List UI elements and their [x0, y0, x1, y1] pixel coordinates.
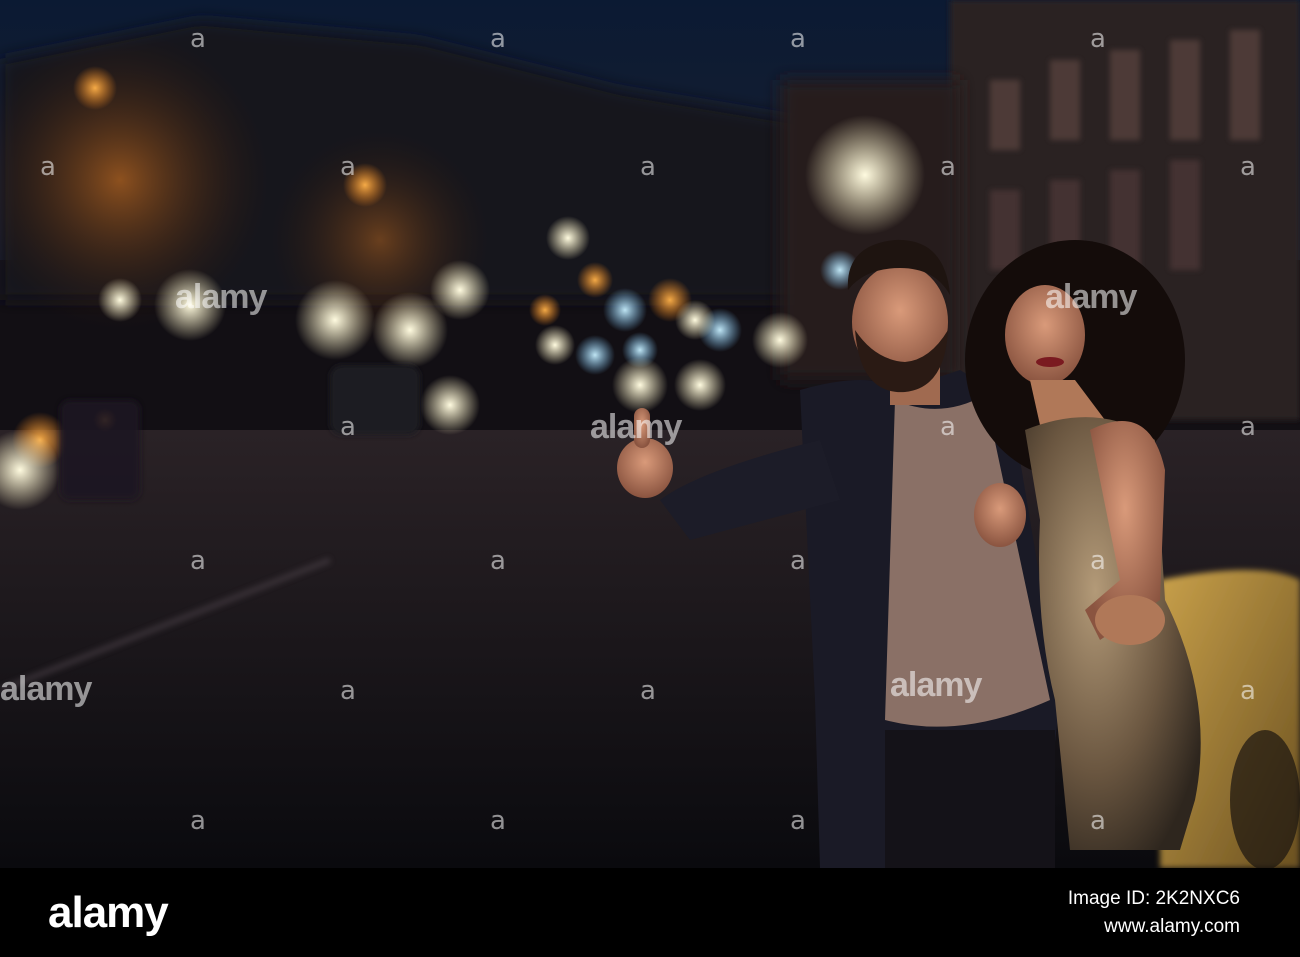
- image-id: Image ID: 2K2NXC6: [1067, 888, 1240, 909]
- watermark-text: alamy: [0, 670, 92, 708]
- footer-bar: alamy Image ID: 2K2NXC6 www.alamy.com: [0, 868, 1300, 957]
- watermark-mark: a: [40, 152, 56, 182]
- watermark-mark: a: [790, 24, 806, 54]
- watermark-text: alamy: [590, 408, 682, 446]
- watermark-mark: a: [1090, 806, 1106, 836]
- watermark-mark: a: [340, 152, 356, 182]
- watermark-mark: a: [790, 546, 806, 576]
- stock-photo: alamy alamy alamy alamy alamy a a a a a …: [0, 0, 1300, 868]
- watermark-mark: a: [940, 152, 956, 182]
- watermark-text: alamy: [890, 666, 982, 704]
- watermark-mark: a: [790, 806, 806, 836]
- watermark-mark: a: [490, 806, 506, 836]
- watermark-mark: a: [490, 24, 506, 54]
- watermark-mark: a: [340, 412, 356, 442]
- watermark-mark: a: [190, 24, 206, 54]
- watermark-mark: a: [940, 412, 956, 442]
- alamy-logo[interactable]: alamy: [48, 888, 169, 938]
- site-url[interactable]: www.alamy.com: [1068, 916, 1240, 938]
- watermark-mark: a: [1090, 24, 1106, 54]
- watermark-mark: a: [1240, 412, 1256, 442]
- watermark-text: alamy: [1045, 278, 1137, 316]
- watermark-mark: a: [1240, 676, 1256, 706]
- watermark-mark: a: [1240, 152, 1256, 182]
- watermark-mark: a: [640, 676, 656, 706]
- watermark-mark: a: [490, 546, 506, 576]
- watermark-mark: a: [190, 806, 206, 836]
- image-meta: Image ID: 2K2NXC6 www.alamy.com: [1068, 888, 1240, 938]
- watermark-mark: a: [640, 152, 656, 182]
- watermark-mark: a: [190, 546, 206, 576]
- watermark-mark: a: [1090, 546, 1106, 576]
- watermark-mark: a: [340, 676, 356, 706]
- watermark-text: alamy: [175, 278, 267, 316]
